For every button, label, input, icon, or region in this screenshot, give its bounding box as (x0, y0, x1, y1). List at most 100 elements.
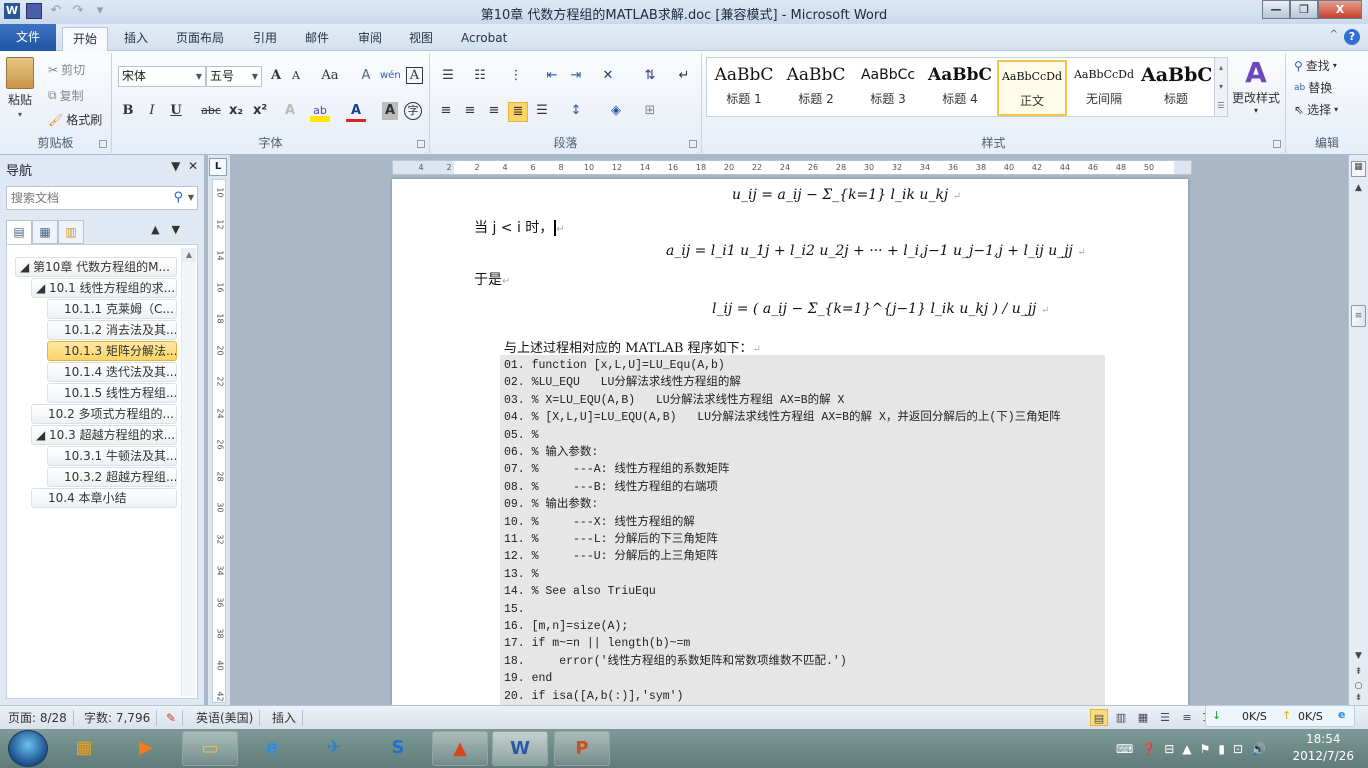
font-launcher[interactable] (417, 140, 425, 148)
justify-icon[interactable]: ≣ (508, 102, 528, 122)
nav-item[interactable]: 10.2 多项式方程组的... (31, 404, 177, 424)
style-heading-3[interactable]: AaBbCc 标题 3 (853, 60, 923, 116)
show-marks-icon[interactable]: ↵ (674, 67, 694, 87)
select-button[interactable]: ⇖ 选择 ▾ (1294, 101, 1338, 118)
taskbar-metro-icon[interactable]: ▦ (56, 731, 112, 766)
font-color-button[interactable]: A (346, 102, 366, 122)
nav-next-icon[interactable]: ▼ (172, 223, 192, 236)
chinese-layout-icon[interactable]: ✕ (598, 67, 618, 87)
replace-button[interactable]: ab 替换 (1294, 79, 1332, 96)
change-case-button[interactable]: Aa (316, 67, 344, 87)
format-painter-button[interactable]: 🖌 格式刷 (48, 111, 102, 128)
help-tray-icon[interactable]: ❓ (1141, 742, 1156, 756)
language-bar-icon[interactable]: ⊟ (1164, 742, 1174, 756)
increase-indent-icon[interactable]: ⇥ (566, 67, 586, 87)
distributed-icon[interactable]: ☰ (532, 102, 552, 122)
nav-item[interactable]: 10.1.5 线性方程组... (47, 383, 177, 403)
tab-selector[interactable]: L (209, 158, 227, 176)
scroll-up-icon[interactable]: ▲ (182, 248, 196, 262)
maximize-button[interactable]: ❐ (1290, 0, 1318, 19)
language-indicator[interactable]: 英语(美国) (190, 710, 261, 726)
style-title[interactable]: AaBbC 标题 (1141, 60, 1211, 116)
nav-item[interactable]: ◢ 10.3 超越方程组的求... (31, 425, 177, 445)
previous-page-icon[interactable]: ⇞ (1351, 667, 1366, 677)
scroll-down-icon[interactable]: ▼ (1351, 651, 1366, 661)
nav-tab-pages[interactable]: ▦ (32, 220, 58, 244)
shrink-font-button[interactable]: A (286, 67, 306, 87)
start-button[interactable] (8, 730, 48, 767)
tab-mailings[interactable]: 邮件 (295, 27, 339, 51)
sort-icon[interactable]: ⇅ (640, 67, 660, 87)
enclose-char-button[interactable]: 字 (404, 102, 422, 120)
web-layout-icon[interactable]: ▦ (1134, 709, 1152, 726)
close-button[interactable]: X (1318, 0, 1362, 19)
align-center-icon[interactable]: ≡ (460, 102, 480, 122)
change-styles-button[interactable]: A 更改样式 ▾ (1232, 57, 1280, 116)
next-page-icon[interactable]: ⇟ (1351, 693, 1366, 703)
nav-close-icon[interactable]: ✕ (188, 159, 198, 173)
print-layout-icon[interactable]: ▤ (1090, 709, 1108, 726)
gallery-scroll[interactable]: ▴ ▾ ☰ (1214, 57, 1228, 117)
bullets-icon[interactable]: ☰ (438, 67, 458, 87)
style-normal[interactable]: AaBbCcDd 正文 (997, 60, 1067, 116)
action-center-flag-icon[interactable]: ⚑ (1200, 742, 1211, 756)
nav-menu-icon[interactable]: ▼ (171, 159, 180, 173)
taskbar-bird-icon[interactable]: ✈ (306, 731, 362, 766)
minimize-button[interactable]: — (1262, 0, 1290, 19)
volume-icon[interactable]: 🔊 (1251, 742, 1266, 756)
taskbar-explorer-icon[interactable]: ▭ (182, 731, 238, 766)
nav-item[interactable]: 10.3.1 牛顿法及其... (47, 446, 177, 466)
strikethrough-button[interactable]: abc (198, 102, 224, 122)
network-icon[interactable]: ⊡ (1233, 742, 1243, 756)
nav-item[interactable]: 10.3.2 超越方程组... (47, 467, 177, 487)
find-button[interactable]: ⚲ 查找 ▾ (1294, 57, 1337, 74)
word-count[interactable]: 字数: 7,796 (78, 710, 158, 726)
taskbar-media-player-icon[interactable]: ▶ (118, 731, 174, 766)
keyboard-icon[interactable]: ⌨ (1116, 742, 1133, 756)
nav-tab-headings[interactable]: ▤ (6, 220, 32, 244)
font-name-combo[interactable]: 宋体 ▼ (118, 66, 206, 87)
taskbar-powerpoint-icon[interactable]: P (554, 731, 610, 766)
tab-acrobat[interactable]: Acrobat (451, 27, 517, 51)
nav-item[interactable]: ◢ 10.1 线性方程组的求... (31, 278, 177, 298)
nav-item-selected[interactable]: 10.1.3 矩阵分解法... (47, 341, 177, 361)
clock[interactable]: 18:54 2012/7/26 (1292, 731, 1354, 765)
highlight-button[interactable]: ab (310, 102, 330, 122)
minimize-ribbon-icon[interactable]: ^ (1330, 29, 1338, 40)
nav-search-input[interactable]: 搜索文档 ⚲ ▼ (6, 186, 198, 210)
nav-item[interactable]: 10.1.4 迭代法及其... (47, 362, 177, 382)
nav-item[interactable]: 10.1.2 消去法及其... (47, 320, 177, 340)
nav-item[interactable]: 10.1.1 克莱姆（C... (47, 299, 177, 319)
align-left-icon[interactable]: ≡ (436, 102, 456, 122)
tab-review[interactable]: 审阅 (348, 27, 392, 51)
tab-view[interactable]: 视图 (399, 27, 443, 51)
italic-button[interactable]: I (142, 102, 162, 122)
styles-launcher[interactable] (1273, 140, 1281, 148)
tab-references[interactable]: 引用 (243, 27, 287, 51)
style-no-spacing[interactable]: AaBbCcDd 无间隔 (1069, 60, 1139, 116)
decrease-indent-icon[interactable]: ⇤ (542, 67, 562, 87)
nav-previous-icon[interactable]: ▲ (151, 223, 171, 236)
paste-button[interactable]: 粘贴 ▾ (6, 57, 34, 119)
copy-button[interactable]: ⧉ 复制 (48, 87, 84, 104)
nav-item[interactable]: 10.4 本章小结 (31, 488, 177, 508)
scrollbar-thumb[interactable]: ≡ (1351, 305, 1366, 327)
power-icon[interactable]: ▮ (1218, 742, 1225, 756)
clear-format-button[interactable]: A (356, 67, 376, 87)
style-heading-1[interactable]: AaBbC 标题 1 (709, 60, 779, 116)
align-right-icon[interactable]: ≡ (484, 102, 504, 122)
chevron-down-icon[interactable]: ▼ (188, 187, 194, 209)
font-size-combo[interactable]: 五号 ▼ (206, 66, 262, 87)
document-page[interactable]: u_ij = a_ij − Σ_{k=1} l_ik u_kj ↵ 当 j < … (392, 179, 1188, 705)
clipboard-launcher[interactable] (99, 140, 107, 148)
tab-file[interactable]: 文件 (0, 24, 56, 51)
vertical-scrollbar[interactable]: ▦ ▲ ≡ ▼ ⇞ ○ ⇟ (1348, 155, 1368, 705)
text-effects-button[interactable]: A (280, 102, 300, 122)
numbering-icon[interactable]: ☷ (470, 67, 490, 87)
phonetic-guide-button[interactable]: wén (380, 67, 401, 87)
help-icon[interactable]: ? (1344, 29, 1360, 45)
taskbar-matlab-icon[interactable]: ▲ (432, 731, 488, 766)
taskbar-word-icon[interactable]: W (492, 731, 548, 766)
superscript-button[interactable]: x² (250, 102, 270, 122)
taskbar-sogou-icon[interactable]: S (370, 731, 426, 766)
